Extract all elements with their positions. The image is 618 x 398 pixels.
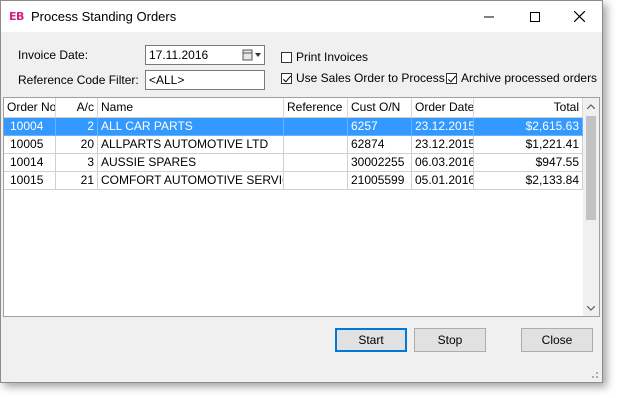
col-order-date[interactable]: Order Date [412, 98, 474, 117]
cell-cust-on: 62874 [348, 136, 412, 154]
cell-order-no: 10015 [4, 172, 56, 190]
stop-button[interactable]: Stop [414, 328, 486, 352]
cell-reference [284, 154, 348, 172]
archive-processed-label: Archive processed orders [461, 71, 598, 85]
cell-ac: 3 [56, 154, 98, 172]
reference-code-filter-value: <ALL> [149, 73, 185, 87]
window-title: Process Standing Orders [31, 9, 177, 24]
col-total[interactable]: Total [474, 98, 583, 117]
title-bar: EB Process Standing Orders [1, 1, 602, 32]
orders-grid[interactable]: Order No A/c Name Reference Cust O/N Ord… [3, 97, 600, 317]
use-sales-order-label: Use Sales Order to Process [296, 71, 445, 85]
invoice-date-field[interactable]: 17.11.2016 [145, 45, 265, 65]
archive-processed-box[interactable] [446, 72, 457, 84]
close-button[interactable]: Close [521, 328, 593, 352]
cell-name: ALLPARTS AUTOMOTIVE LTD [98, 136, 284, 154]
cell-order-no: 10014 [4, 154, 56, 172]
cell-name: COMFORT AUTOMOTIVE SERVICES... [98, 172, 284, 190]
chevron-up-icon [587, 103, 595, 109]
cell-name: ALL CAR PARTS [98, 118, 284, 136]
cell-reference [284, 118, 348, 136]
scroll-thumb[interactable] [586, 116, 596, 220]
cell-total: $2,133.84 [474, 172, 583, 190]
print-invoices-label: Print Invoices [296, 50, 369, 64]
reference-code-filter-label: Reference Code Filter: [18, 73, 139, 87]
cell-reference [284, 136, 348, 154]
cell-order-no: 10005 [4, 136, 56, 154]
cell-reference [284, 172, 348, 190]
close-icon [573, 11, 585, 22]
filter-form: Invoice Date: 17.11.2016 Reference Code … [1, 32, 602, 94]
minimize-button[interactable] [466, 1, 512, 32]
cell-total: $2,615.63 [474, 118, 583, 136]
invoice-date-label: Invoice Date: [18, 48, 89, 62]
print-invoices-checkbox[interactable]: Print Invoices [281, 50, 368, 64]
cell-name: AUSSIE SPARES [98, 154, 284, 172]
chevron-down-icon [587, 305, 595, 311]
col-order-no[interactable]: Order No [4, 98, 56, 117]
cell-total: $947.55 [474, 154, 583, 172]
cell-order-date: 05.01.2016 [412, 172, 474, 190]
cell-total: $1,221.41 [474, 136, 583, 154]
table-row[interactable]: 10014 3 AUSSIE SPARES 30002255 06.03.201… [4, 154, 583, 172]
process-standing-orders-window: EB Process Standing Orders Invoice Date:… [0, 0, 603, 383]
maximize-button[interactable] [512, 1, 558, 32]
cell-ac: 20 [56, 136, 98, 154]
col-ac[interactable]: A/c [56, 98, 98, 117]
scroll-down-arrow[interactable] [583, 300, 599, 316]
maximize-icon [530, 11, 540, 22]
grid-header: Order No A/c Name Reference Cust O/N Ord… [4, 98, 583, 118]
minimize-icon [484, 16, 494, 17]
table-row[interactable]: 10004 2 ALL CAR PARTS 6257 23.12.2015 $2… [4, 118, 583, 136]
use-sales-order-checkbox[interactable]: Use Sales Order to Process [281, 71, 445, 85]
cell-order-date: 23.12.2015 [412, 118, 474, 136]
table-row[interactable]: 10005 20 ALLPARTS AUTOMOTIVE LTD 62874 2… [4, 136, 583, 154]
resize-grip-icon[interactable] [589, 369, 599, 379]
col-cust-on[interactable]: Cust O/N [348, 98, 412, 117]
close-window-button[interactable] [556, 1, 602, 32]
col-reference[interactable]: Reference [284, 98, 348, 117]
print-invoices-box[interactable] [281, 51, 292, 63]
use-sales-order-box[interactable] [281, 72, 292, 84]
cell-cust-on: 6257 [348, 118, 412, 136]
cell-cust-on: 21005599 [348, 172, 412, 190]
col-name[interactable]: Name [98, 98, 284, 117]
app-icon: EB [9, 10, 24, 23]
start-button[interactable]: Start [335, 328, 407, 352]
cell-order-no: 10004 [4, 118, 56, 136]
scroll-up-arrow[interactable] [583, 98, 599, 114]
cell-ac: 2 [56, 118, 98, 136]
cell-order-date: 23.12.2015 [412, 136, 474, 154]
reference-code-filter-input[interactable]: <ALL> [145, 70, 265, 90]
archive-processed-checkbox[interactable]: Archive processed orders [446, 71, 597, 85]
calendar-dropdown-icon[interactable] [242, 48, 262, 62]
table-row[interactable]: 10015 21 COMFORT AUTOMOTIVE SERVICES... … [4, 172, 583, 190]
vertical-scrollbar[interactable] [583, 98, 599, 316]
cell-cust-on: 30002255 [348, 154, 412, 172]
cell-order-date: 06.03.2016 [412, 154, 474, 172]
invoice-date-value: 17.11.2016 [149, 48, 209, 62]
cell-ac: 21 [56, 172, 98, 190]
